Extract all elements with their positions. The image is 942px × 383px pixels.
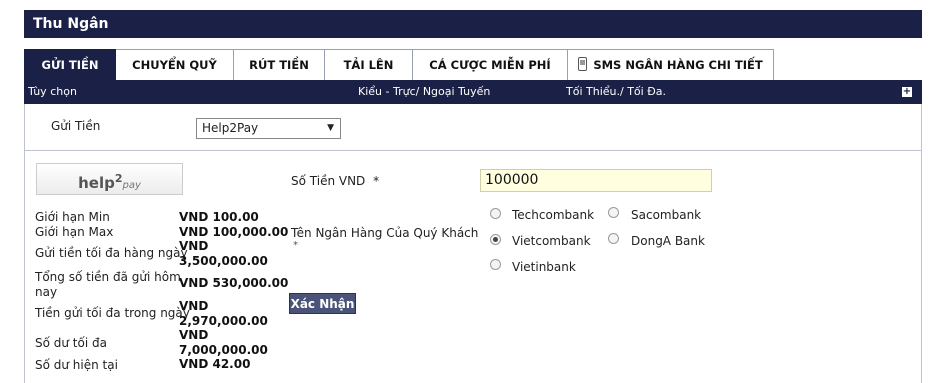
radio-vietinbank[interactable] — [490, 259, 501, 270]
bank-vietinbank-label: Vietinbank — [512, 260, 576, 274]
remaining-daily-deposit-label: Tiền gửi tối đa trong ngày — [35, 306, 190, 320]
tab-sms-bank-details[interactable]: SMS NGÂN HÀNG CHI TIẾT — [568, 49, 774, 80]
confirm-button[interactable]: Xác Nhận — [289, 293, 356, 314]
max-balance-currency: VND — [179, 328, 209, 342]
current-balance-value: VND 42.00 — [179, 357, 251, 371]
max-limit-value: VND 100,000.00 — [179, 225, 289, 239]
dropdown-arrow-icon: ▼ — [327, 123, 334, 133]
payment-method-value: Help2Pay — [202, 121, 259, 135]
deposit-label: Gửi Tiền — [51, 119, 101, 133]
tab-free-bet[interactable]: CÁ CƯỢC MIỄN PHÍ — [413, 49, 568, 80]
section-divider — [25, 150, 921, 151]
max-limit-label: Giới hạn Max — [35, 225, 114, 239]
page-title: Thu Ngân — [24, 10, 922, 38]
payment-method-select[interactable]: Help2Pay ▼ — [196, 118, 341, 139]
daily-max-deposit-label: Gửi tiền tối đa hàng ngày — [35, 246, 188, 260]
radio-techcombank[interactable] — [490, 208, 501, 219]
column-min-max: Tối Thiểu./ Tối Đa. — [566, 85, 666, 98]
total-deposited-today-value: VND 530,000.00 — [179, 276, 289, 290]
daily-max-deposit-currency: VND — [179, 239, 209, 253]
required-mark: * — [373, 174, 380, 188]
daily-max-deposit-value: 3,500,000.00 — [179, 254, 268, 268]
tab-sms-label: SMS NGÂN HÀNG CHI TIẾT — [593, 58, 763, 72]
tab-withdraw[interactable]: RÚT TIỀN — [234, 49, 325, 80]
logo-pay-text: pay — [122, 180, 141, 191]
total-deposited-today-label: Tổng số tiền đã gửi hôm — [35, 270, 181, 284]
bank-name-label: Tên Ngân Hàng Của Quý Khách — [291, 226, 479, 240]
bank-vietcombank-label: Vietcombank — [512, 234, 591, 248]
radio-sacombank[interactable] — [608, 207, 619, 218]
column-header-bar: Tùy chọn Kiểu - Trực/ Ngoại Tuyến Tối Th… — [24, 80, 922, 104]
column-type: Kiểu - Trực/ Ngoại Tuyến — [358, 85, 491, 98]
min-limit-value: VND 100.00 — [179, 210, 259, 224]
radio-vietcombank[interactable] — [490, 234, 501, 245]
bank-donga-label: DongA Bank — [631, 234, 705, 248]
deposit-panel: Gửi Tiền Help2Pay ▼ help2pay Giới hạn Mi… — [24, 104, 922, 383]
min-limit-label: Giới hạn Min — [35, 210, 110, 224]
remaining-daily-deposit-value: 2,970,000.00 — [179, 314, 268, 328]
bank-techcombank-label: Techcombank — [512, 208, 595, 222]
expand-icon[interactable]: + — [902, 87, 912, 97]
column-option: Tùy chọn — [28, 85, 77, 98]
logo-help-text: help — [78, 174, 115, 192]
total-deposited-today-label-cont: nay — [35, 285, 58, 299]
amount-label: Số Tiền VND * — [291, 174, 379, 188]
amount-input[interactable]: 100000 — [480, 169, 712, 192]
remaining-daily-deposit-currency: VND — [179, 299, 209, 313]
tab-upload[interactable]: TẢI LÊN — [325, 49, 413, 80]
tab-transfer[interactable]: CHUYỂN QUỸ — [116, 49, 234, 80]
radio-donga-bank[interactable] — [608, 233, 619, 244]
current-balance-label: Số dư hiện tại — [35, 358, 118, 372]
max-balance-value: 7,000,000.00 — [179, 343, 268, 357]
bank-sacombank-label: Sacombank — [631, 208, 702, 222]
max-balance-label: Số dư tối đa — [35, 336, 107, 350]
tab-deposit[interactable]: GỬI TIỀN — [24, 49, 116, 80]
tab-bar: GỬI TIỀN CHUYỂN QUỸ RÚT TIỀN TẢI LÊN CÁ … — [24, 49, 774, 80]
bank-required-mark: * — [293, 240, 298, 251]
phone-icon — [578, 57, 588, 71]
help2pay-logo: help2pay — [36, 163, 183, 195]
amount-label-text: Số Tiền VND — [291, 174, 366, 188]
